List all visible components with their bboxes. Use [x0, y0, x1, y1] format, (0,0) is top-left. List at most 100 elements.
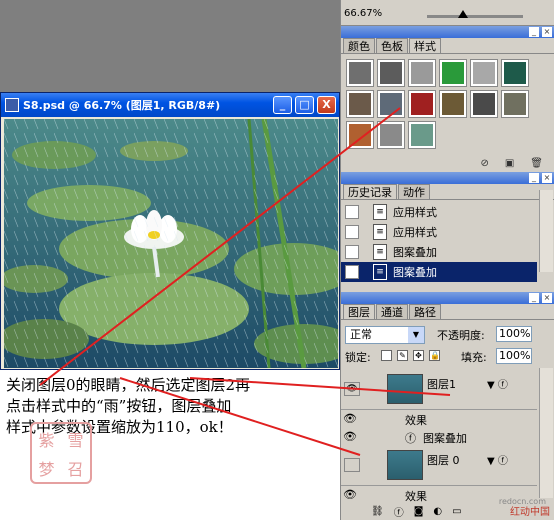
palette-header[interactable]: _ ×	[341, 292, 554, 304]
style-swatch[interactable]	[439, 59, 467, 87]
style-swatch[interactable]	[439, 90, 467, 118]
blend-mode-value: 正常	[350, 328, 372, 341]
adjustment-icon[interactable]: ◐	[433, 506, 442, 517]
no-style-icon[interactable]: ⊘	[480, 158, 488, 169]
layer-effects-icon[interactable]: ▼ ⓕ	[487, 452, 508, 467]
link-icon[interactable]: ⛓	[371, 506, 384, 517]
style-swatch[interactable]	[501, 59, 529, 87]
lock-position-icon[interactable]: ✥	[413, 350, 424, 361]
style-swatch[interactable]	[377, 59, 405, 87]
visibility-eye-icon[interactable]: 👁	[343, 488, 357, 501]
style-swatch[interactable]	[346, 121, 374, 149]
palette-close-icon[interactable]: ×	[542, 27, 552, 37]
style-swatch[interactable]	[470, 59, 498, 87]
tab-actions[interactable]: 动作	[398, 184, 430, 199]
history-snapshot-checkbox[interactable]	[345, 225, 359, 239]
style-swatch[interactable]	[501, 90, 529, 118]
zoom-slider-knob[interactable]	[458, 10, 468, 18]
lock-all-icon[interactable]: 🔒	[429, 350, 440, 361]
lock-transparency-icon[interactable]	[381, 350, 392, 361]
tab-history[interactable]: 历史记录	[343, 184, 397, 199]
blend-mode-select[interactable]: 正常 ▼	[345, 326, 425, 344]
layer-name: 图层 0	[427, 454, 460, 467]
tab-channels[interactable]: 通道	[376, 304, 408, 319]
stamp-char: 召	[67, 459, 84, 479]
visibility-eye-icon[interactable]: 👁	[343, 430, 357, 443]
tab-styles[interactable]: 样式	[409, 38, 441, 53]
seal-stamp: 紫 雪 梦 召	[30, 422, 92, 484]
history-item-label: 应用样式	[393, 206, 437, 219]
tab-swatches[interactable]: 色板	[376, 38, 408, 53]
tab-history-label: 历史记录	[348, 186, 392, 199]
history-step-icon: ≡	[373, 204, 387, 220]
history-snapshot-checkbox[interactable]	[345, 265, 359, 279]
close-button[interactable]: X	[317, 96, 336, 114]
style-swatch[interactable]	[470, 90, 498, 118]
effect-fx-icon: ⓕ	[405, 432, 416, 445]
lock-pixels-icon[interactable]: ✎	[397, 350, 408, 361]
image-canvas[interactable]	[4, 119, 338, 368]
palette-header[interactable]: _ ×	[341, 26, 554, 38]
layer-name: 图层1	[427, 378, 456, 391]
history-scrollbar[interactable]	[539, 190, 553, 272]
history-palette: _ × 历史记录 动作 ≡ 应用样式 ≡ 应用样式 ≡ 图案叠加 ≡ 图案叠加	[341, 172, 554, 288]
minimize-button[interactable]: _	[273, 96, 292, 114]
history-item-label: 图案叠加	[393, 246, 437, 259]
navigator-panel: 66.67%	[341, 0, 554, 26]
layers-palette: _ × 图层 通道 路径 正常 ▼ 不透明度: 100% 锁定: ✎ ✥ 🔒 填…	[341, 292, 554, 520]
layer-effects-icon[interactable]: ▼ ⓕ	[487, 376, 508, 391]
layer-visibility-eye-icon[interactable]: 👁	[344, 382, 360, 396]
document-title: S8.psd @ 66.7% (图层1, RGB/8#)	[23, 99, 221, 112]
zoom-slider[interactable]	[427, 15, 523, 18]
palette-header[interactable]: _ ×	[341, 172, 554, 184]
fill-input[interactable]: 100%	[496, 348, 532, 364]
history-item[interactable]: ≡ 应用样式	[341, 202, 537, 222]
new-style-icon[interactable]: ▣	[505, 158, 514, 169]
visibility-eye-icon[interactable]: 👁	[343, 412, 357, 425]
history-item[interactable]: ≡ 应用样式	[341, 222, 537, 242]
history-item[interactable]: ≡ 图案叠加	[341, 242, 537, 262]
history-step-icon: ≡	[373, 264, 387, 280]
history-item-selected[interactable]: ≡ 图案叠加	[341, 262, 537, 282]
tab-color[interactable]: 颜色	[343, 38, 375, 53]
style-swatch[interactable]	[408, 59, 436, 87]
palette-minimize-icon[interactable]: _	[529, 173, 539, 183]
layers-scrollbar[interactable]	[539, 368, 553, 498]
layer-visibility-empty[interactable]	[344, 458, 360, 472]
mask-icon[interactable]: ◙	[414, 506, 424, 517]
zoom-field[interactable]: 66.67%	[344, 8, 390, 22]
document-window[interactable]: S8.psd @ 66.7% (图层1, RGB/8#) _ □ X	[0, 92, 340, 370]
layer-effects-row[interactable]: 👁 效果	[341, 410, 537, 428]
layer-row[interactable]: 图层 0 ▼ ⓕ	[341, 446, 537, 486]
history-snapshot-checkbox[interactable]	[345, 205, 359, 219]
palette-close-icon[interactable]: ×	[542, 173, 552, 183]
opacity-input[interactable]: 100%	[496, 326, 532, 342]
style-swatch[interactable]	[346, 90, 374, 118]
palette-minimize-icon[interactable]: _	[529, 293, 539, 303]
folder-icon[interactable]: ▭	[452, 506, 461, 517]
document-title-bar[interactable]: S8.psd @ 66.7% (图层1, RGB/8#) _ □ X	[1, 93, 339, 117]
tab-layers[interactable]: 图层	[343, 304, 375, 319]
style-swatch[interactable]	[377, 90, 405, 118]
style-swatch[interactable]	[346, 59, 374, 87]
layer-row[interactable]: 👁 图层1 ▼ ⓕ	[341, 370, 537, 410]
palette-minimize-icon[interactable]: _	[529, 27, 539, 37]
layer-effect-row[interactable]: 👁 ⓕ 图案叠加	[341, 428, 537, 446]
layer-style-icon[interactable]: ⓕ	[394, 504, 404, 519]
photoshop-doc-icon	[5, 98, 19, 112]
stamp-char: 梦	[38, 459, 55, 479]
trash-icon[interactable]: 🗑	[530, 158, 543, 169]
palette-close-icon[interactable]: ×	[542, 293, 552, 303]
maximize-button[interactable]: □	[295, 96, 314, 114]
styles-footer: ⊘ ▣ 🗑	[341, 156, 554, 170]
style-swatch[interactable]	[408, 90, 436, 118]
caption-line-2: 点击样式中的“雨”按钮，图层叠加	[6, 397, 232, 415]
tab-paths[interactable]: 路径	[409, 304, 441, 319]
chevron-down-icon: ▼	[408, 327, 424, 343]
history-snapshot-checkbox[interactable]	[345, 245, 359, 259]
history-step-icon: ≡	[373, 244, 387, 260]
caption-line-1: 关闭图层0的眼睛，然后选定图层2再	[6, 376, 251, 394]
palette-column: 66.67% _ × 颜色 色板 样式 ⊘ ▣ 🗑 _ × 历史记录 动作 ≡ …	[340, 0, 554, 520]
style-swatch[interactable]	[408, 121, 436, 149]
style-swatch[interactable]	[377, 121, 405, 149]
